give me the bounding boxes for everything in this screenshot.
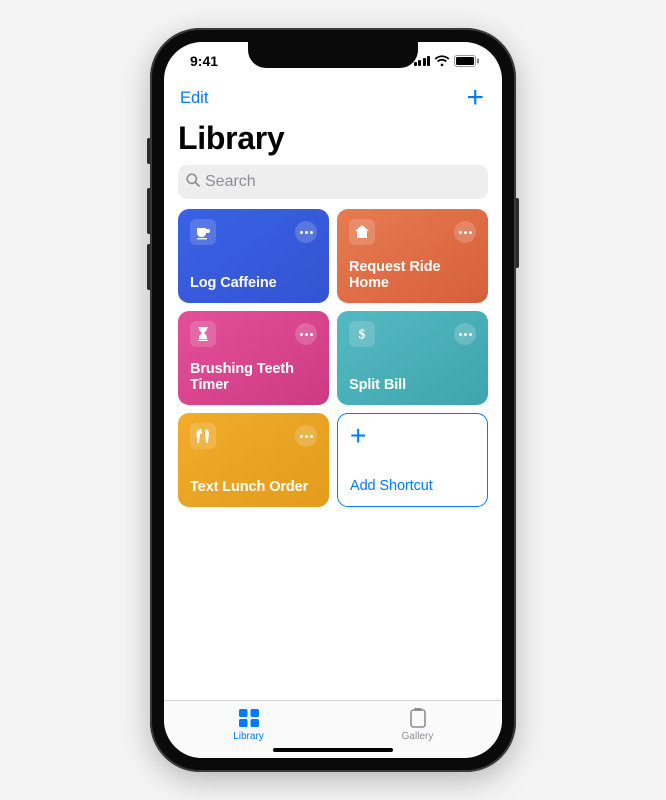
tab-label: Gallery (402, 731, 434, 742)
plus-icon: + (350, 422, 475, 450)
mute-switch (147, 138, 150, 164)
grid-icon (236, 707, 262, 729)
notch (248, 42, 418, 68)
tile-more-button[interactable] (454, 323, 476, 345)
tile-label: Add Shortcut (350, 478, 475, 495)
phone-frame: 9:41 Edit + Library (150, 28, 516, 772)
coffee-icon (190, 219, 216, 245)
battery-icon (454, 55, 480, 67)
tile-more-button[interactable] (295, 221, 317, 243)
svg-text:$: $ (359, 328, 366, 343)
shortcut-tile-brushing-timer[interactable]: Brushing Teeth Timer (178, 311, 329, 405)
tile-more-button[interactable] (295, 425, 317, 447)
page-title: Library (178, 120, 488, 157)
new-shortcut-button[interactable]: + (464, 83, 486, 113)
tile-more-button[interactable] (295, 323, 317, 345)
status-time: 9:41 (190, 53, 218, 69)
tile-label: Text Lunch Order (190, 479, 317, 496)
tab-label: Library (233, 731, 264, 742)
shortcuts-grid: Log Caffeine Request Ride Home (178, 209, 488, 507)
tile-label: Split Bill (349, 377, 476, 394)
volume-up (147, 188, 150, 234)
dollar-icon: $ (349, 321, 375, 347)
status-indicators (414, 55, 481, 67)
wifi-icon (434, 55, 450, 67)
shortcut-tile-request-ride[interactable]: Request Ride Home (337, 209, 488, 303)
search-icon (186, 173, 200, 191)
shortcut-tile-log-caffeine[interactable]: Log Caffeine (178, 209, 329, 303)
home-indicator[interactable] (273, 748, 393, 753)
search-placeholder: Search (205, 173, 256, 191)
search-input[interactable]: Search (178, 165, 488, 199)
content: Library Search Log Caffeine (164, 116, 502, 700)
hourglass-icon (190, 321, 216, 347)
gallery-icon (405, 707, 431, 729)
home-icon (349, 219, 375, 245)
edit-button[interactable]: Edit (180, 89, 208, 108)
shortcut-tile-lunch-order[interactable]: Text Lunch Order (178, 413, 329, 507)
nav-bar: Edit + (164, 80, 502, 116)
screen: 9:41 Edit + Library (164, 42, 502, 758)
tile-label: Log Caffeine (190, 275, 317, 292)
power-button (516, 198, 519, 268)
shortcut-tile-split-bill[interactable]: $ Split Bill (337, 311, 488, 405)
tile-more-button[interactable] (454, 221, 476, 243)
add-shortcut-tile[interactable]: + Add Shortcut (337, 413, 488, 507)
tile-label: Brushing Teeth Timer (190, 361, 317, 394)
volume-down (147, 244, 150, 290)
tile-label: Request Ride Home (349, 259, 476, 292)
utensils-icon (190, 423, 216, 449)
